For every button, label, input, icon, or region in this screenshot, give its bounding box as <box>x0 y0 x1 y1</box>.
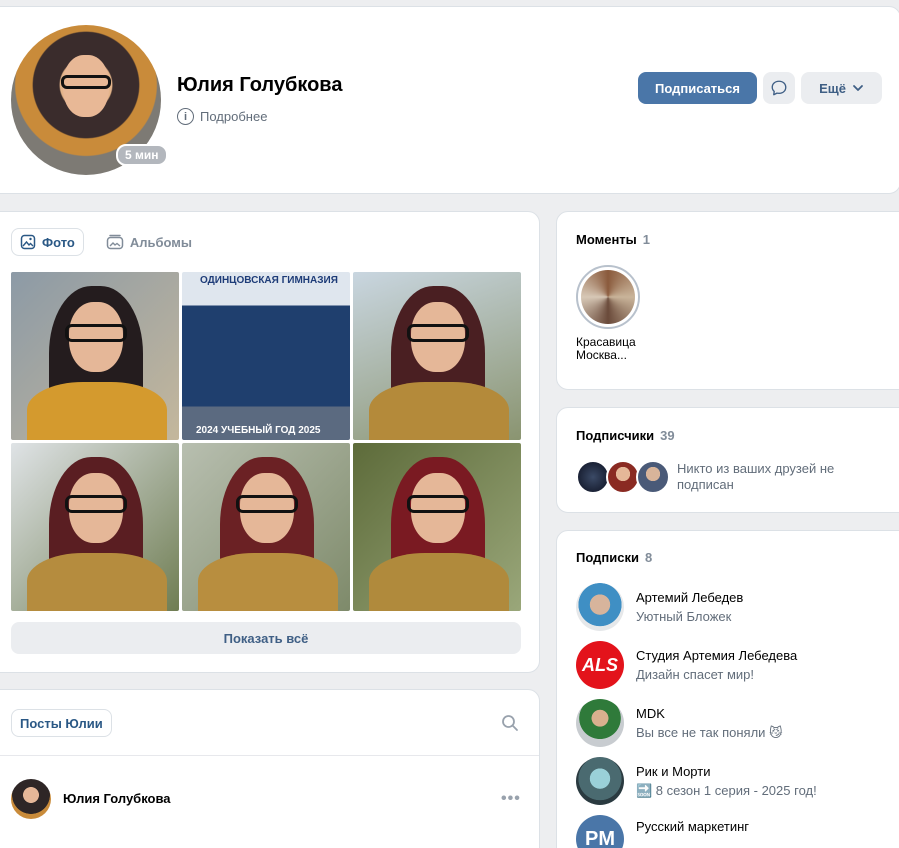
moments-title-label: Моменты <box>576 232 637 247</box>
photo-thumbnail[interactable] <box>11 443 179 611</box>
posts-card: Посты Юлии Юлия Голубкова ••• <box>0 689 540 848</box>
tab-photos-label: Фото <box>42 234 75 250</box>
moment-item[interactable] <box>576 265 640 329</box>
photo-thumbnail[interactable] <box>353 272 521 440</box>
class-photo-footer: 2024 УЧЕБНЫЙ ГОД 2025 <box>196 425 321 436</box>
avatar <box>576 460 610 494</box>
more-actions-button[interactable]: Ещё <box>801 72 882 104</box>
avatar-text: ALS <box>582 654 618 675</box>
photos-card: Фото Альбомы ОДИНЦОВСКАЯ ГИМНАЗИЯ 2024 У… <box>0 211 540 673</box>
message-icon <box>771 80 787 96</box>
subscription-desc: Вы все не так поняли 😼 <box>636 724 783 740</box>
avatar <box>606 460 640 494</box>
subscription-name: Артемий Лебедев <box>636 590 744 605</box>
moments-count: 1 <box>642 232 651 247</box>
photo-grid: ОДИНЦОВСКАЯ ГИМНАЗИЯ 2024 УЧЕБНЫЙ ГОД 20… <box>11 272 521 611</box>
photos-tabs: Фото Альбомы <box>11 228 200 256</box>
tab-photos[interactable]: Фото <box>11 228 84 256</box>
profile-header: 5 мин Юлия Голубкова i Подробнее Подписа… <box>0 6 899 194</box>
subscription-name: MDK <box>636 705 665 721</box>
moments-card: Моменты 1 Красавица Москва... <box>556 211 899 390</box>
posts-tab[interactable]: Посты Юлии <box>11 709 112 737</box>
subscriptions-card: Подписки 8 Артемий Лебедев Уютный Бложек … <box>556 530 899 848</box>
album-icon <box>106 234 124 250</box>
search-icon <box>502 715 518 731</box>
subscription-item[interactable]: Артемий Лебедев Уютный Бложек <box>576 583 743 631</box>
photo-thumbnail[interactable] <box>11 272 179 440</box>
subscriptions-title-label: Подписки <box>576 550 639 565</box>
subscribe-button[interactable]: Подписаться <box>638 72 757 104</box>
chevron-down-icon <box>853 85 863 91</box>
avatar-text: PM <box>585 827 615 848</box>
subscription-item[interactable]: Рик и Морти 🔜 8 сезон 1 серия - 2025 год… <box>576 757 817 805</box>
show-all-photos-button[interactable]: Показать всё <box>11 622 521 654</box>
post-author-avatar[interactable] <box>11 779 51 819</box>
photo-thumbnail[interactable] <box>182 443 350 611</box>
tab-albums-label: Альбомы <box>129 234 193 250</box>
subscriptions-count: 8 <box>644 550 653 565</box>
post-author-name[interactable]: Юлия Голубкова <box>63 791 171 806</box>
subscription-name: Рик и Морти <box>636 763 711 779</box>
post-options-icon[interactable]: ••• <box>501 790 521 808</box>
message-button[interactable] <box>763 72 795 104</box>
class-photo-title: ОДИНЦОВСКАЯ ГИМНАЗИЯ <box>200 275 338 286</box>
more-actions-label: Ещё <box>819 80 846 96</box>
photo-thumbnail[interactable]: ОДИНЦОВСКАЯ ГИМНАЗИЯ 2024 УЧЕБНЫЙ ГОД 20… <box>182 272 350 440</box>
followers-title[interactable]: Подписчики 39 <box>576 428 675 443</box>
avatar <box>576 583 624 631</box>
online-status-badge: 5 мин <box>116 144 168 166</box>
divider <box>0 755 539 756</box>
avatar <box>576 757 624 805</box>
avatar <box>636 460 670 494</box>
subscription-item[interactable]: PM Русский маркетинг <box>576 815 749 848</box>
profile-name: Юлия Голубкова <box>177 74 343 96</box>
info-icon: i <box>177 108 194 125</box>
subscription-desc: Дизайн спасет мир! <box>636 667 754 682</box>
photo-thumbnail[interactable] <box>353 443 521 611</box>
photo-icon <box>20 234 36 250</box>
followers-card: Подписчики 39 Никто из ваших друзей не по… <box>556 407 899 513</box>
subscription-item[interactable]: MDK Вы все не так поняли 😼 <box>576 699 783 747</box>
followers-note: Никто из ваших друзей не подписан <box>677 461 835 492</box>
tab-albums[interactable]: Альбомы <box>98 228 200 256</box>
followers-title-label: Подписчики <box>576 428 655 443</box>
avatar: ALS <box>576 641 624 689</box>
profile-details-link[interactable]: i Подробнее <box>177 108 267 125</box>
profile-details-label: Подробнее <box>200 109 268 124</box>
subscription-item[interactable]: ALS Студия Артемия Лебедева Дизайн спасе… <box>576 641 797 689</box>
subscription-desc: 🔜 8 сезон 1 серия - 2025 год! <box>636 782 817 798</box>
moments-title[interactable]: Моменты 1 <box>576 232 650 247</box>
avatar <box>576 699 624 747</box>
posts-search-button[interactable] <box>501 714 519 737</box>
followers-avatars[interactable] <box>576 460 670 494</box>
subscriptions-title[interactable]: Подписки 8 <box>576 550 652 565</box>
followers-count: 39 <box>660 428 675 443</box>
subscription-name: Студия Артемия Лебедева <box>636 648 798 663</box>
subscription-name: Русский маркетинг <box>636 819 750 834</box>
subscription-desc: Уютный Бложек <box>636 609 732 624</box>
avatar: PM <box>576 815 624 848</box>
moment-item-label[interactable]: Красавица Москва... <box>576 336 648 362</box>
